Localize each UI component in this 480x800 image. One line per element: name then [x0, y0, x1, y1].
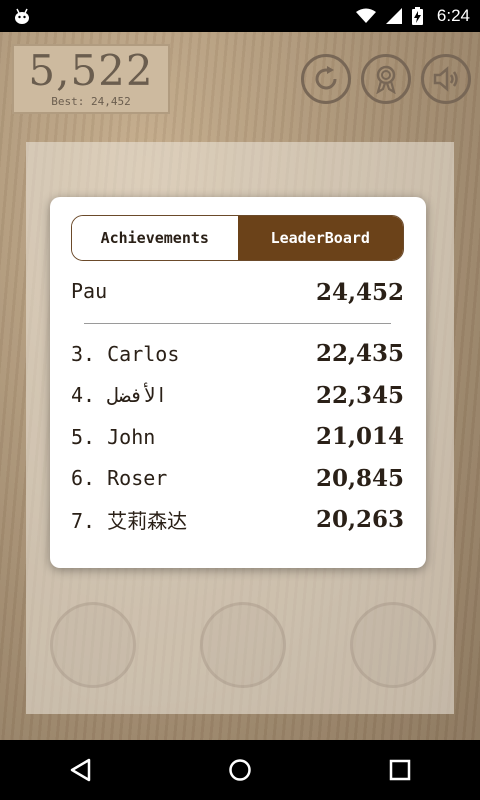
player-score: 24,452 [315, 279, 404, 306]
list-item: 7. 艾莉森达 20,263 [71, 499, 404, 541]
entry-name: 6. Roser [71, 466, 168, 491]
leaderboard-list: 3. Carlos 22,435 4. الأفضل 22,345 5. Joh… [71, 333, 404, 541]
recents-square-icon [389, 759, 411, 781]
status-bar: 6:24 [0, 0, 480, 32]
list-item: 4. الأفضل 22,345 [71, 375, 404, 417]
leaderboard-dialog: Achievements LeaderBoard Pau 24,452 3. C… [50, 197, 426, 568]
list-item: 3. Carlos 22,435 [71, 333, 404, 375]
dialog-tabs: Achievements LeaderBoard [71, 215, 404, 261]
player-row: Pau 24,452 [71, 279, 404, 306]
entry-name: 5. John [71, 424, 156, 449]
back-triangle-icon [70, 758, 91, 782]
entry-name: 7. 艾莉森达 [71, 509, 188, 534]
android-debug-icon [15, 8, 29, 24]
entry-score: 22,345 [315, 381, 404, 409]
list-item: 5. John 21,014 [71, 416, 404, 458]
back-button[interactable] [60, 750, 100, 790]
tab-leaderboard[interactable]: LeaderBoard [237, 216, 403, 260]
entry-score: 20,263 [315, 506, 404, 534]
wifi-icon [355, 8, 376, 23]
navigation-bar [0, 740, 480, 800]
cellular-signal-icon [385, 8, 402, 24]
tab-achievements[interactable]: Achievements [72, 216, 238, 260]
player-name: Pau [71, 279, 108, 303]
entry-score: 20,845 [315, 464, 404, 492]
home-circle-icon [229, 759, 251, 781]
clock: 6:24 [436, 6, 470, 25]
recents-button[interactable] [380, 750, 420, 790]
entry-name: 3. Carlos [71, 341, 180, 366]
entry-score: 21,014 [315, 423, 404, 451]
entry-score: 22,435 [315, 340, 404, 368]
divider [84, 323, 391, 324]
list-item: 6. Roser 20,845 [71, 458, 404, 500]
home-button[interactable] [220, 750, 260, 790]
battery-charging-icon [411, 7, 423, 25]
entry-name: 4. الأفضل [71, 383, 168, 408]
